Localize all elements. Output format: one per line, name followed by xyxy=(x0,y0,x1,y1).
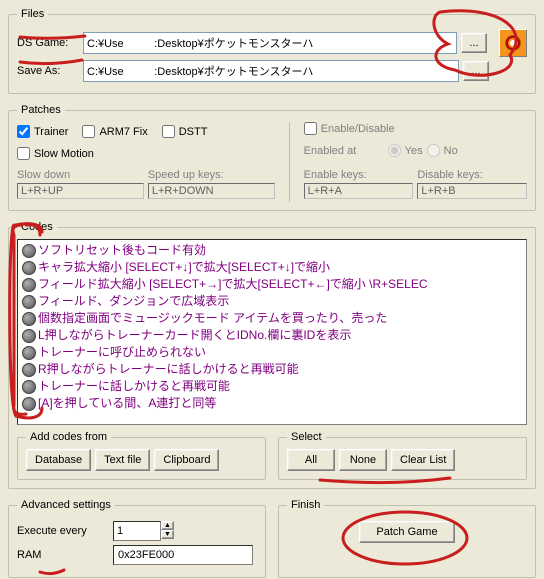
execute-label: Execute every xyxy=(17,525,107,537)
advanced-group: Advanced settings Execute every ▲ ▼ RAM xyxy=(8,499,266,578)
code-item-label: フィールド拡大縮小 [SELECT+→]で拡大[SELECT+←]で縮小 \R+… xyxy=(38,276,428,293)
trainer-checkbox-input[interactable] xyxy=(17,125,30,138)
bullet-icon xyxy=(22,363,36,377)
execute-up-button[interactable]: ▲ xyxy=(161,521,174,530)
code-item[interactable]: フィールド、ダンジョンで広域表示 xyxy=(18,293,526,310)
enabled-at-label: Enabled at xyxy=(304,145,384,157)
code-item-label: トレーナーに呼び止められない xyxy=(38,344,206,361)
arm7-checkbox-input[interactable] xyxy=(82,125,95,138)
save-as-browse-button[interactable]: ... xyxy=(463,61,489,81)
code-item[interactable]: L押しながらトレーナーカード開くとIDNo.欄に裏IDを表示 xyxy=(18,327,526,344)
bullet-icon xyxy=(22,244,36,258)
save-as-label: Save As: xyxy=(17,65,79,77)
patches-group: Patches Trainer ARM7 Fix DSTT xyxy=(8,104,536,211)
add-codes-group: Add codes from Database Text file Clipbo… xyxy=(17,431,266,480)
clear-list-button[interactable]: Clear List xyxy=(391,449,455,471)
slowmotion-checkbox-input[interactable] xyxy=(17,147,30,160)
codes-listbox[interactable]: ソフトリセット後もコード有効キャラ拡大縮小 [SELECT+↓]で拡大[SELE… xyxy=(17,239,527,425)
clipboard-button[interactable]: Clipboard xyxy=(154,449,219,471)
dstt-checkbox[interactable]: DSTT xyxy=(162,125,208,138)
files-group: Files DS Game: ... Save As: ... xyxy=(8,8,536,94)
orange-action-button[interactable] xyxy=(499,29,527,57)
bullet-icon xyxy=(22,278,36,292)
select-all-button[interactable]: All xyxy=(287,449,335,471)
patch-game-button[interactable]: Patch Game xyxy=(359,521,454,543)
code-item[interactable]: 個数指定画面でミュージックモード アイテムを買ったり、売った xyxy=(18,310,526,327)
no-radio: No xyxy=(427,144,458,157)
slowmotion-checkbox[interactable]: Slow Motion xyxy=(17,147,275,160)
advanced-legend: Advanced settings xyxy=(17,499,115,511)
enable-disable-checkbox-input[interactable] xyxy=(304,122,317,135)
ram-input[interactable] xyxy=(113,545,253,565)
code-item[interactable]: トレーナーに呼び止められない xyxy=(18,344,526,361)
speedup-label: Speed up keys: xyxy=(148,169,275,181)
code-item[interactable]: キャラ拡大縮小 [SELECT+↓]で拡大[SELECT+↓]で縮小 xyxy=(18,259,526,276)
bullet-icon xyxy=(22,397,36,411)
code-item[interactable]: トレーナーに話しかけると再戦可能 xyxy=(18,378,526,395)
codes-legend: Codes xyxy=(17,221,57,233)
no-radio-input xyxy=(427,144,440,157)
add-codes-legend: Add codes from xyxy=(26,431,111,443)
speedup-input xyxy=(148,183,275,199)
yes-radio: Yes xyxy=(388,144,423,157)
slowdown-input xyxy=(17,183,144,199)
files-legend: Files xyxy=(17,8,48,20)
yes-radio-input xyxy=(388,144,401,157)
enable-keys-input xyxy=(304,183,414,199)
code-item[interactable]: [A]を押している間、A連打と同等 xyxy=(18,395,526,412)
code-item-label: 個数指定画面でミュージックモード アイテムを買ったり、売った xyxy=(38,310,387,327)
enable-keys-label: Enable keys: xyxy=(304,169,414,181)
ds-game-browse-button[interactable]: ... xyxy=(461,33,487,53)
patches-legend: Patches xyxy=(17,104,65,116)
enable-disable-checkbox[interactable]: Enable/Disable xyxy=(304,122,527,135)
code-item-label: ソフトリセット後もコード有効 xyxy=(38,242,206,259)
finish-group: Finish Patch Game xyxy=(278,499,536,578)
arm7-checkbox[interactable]: ARM7 Fix xyxy=(82,125,147,138)
bullet-icon xyxy=(22,329,36,343)
pokeball-icon xyxy=(505,35,521,51)
ds-game-label: DS Game: xyxy=(17,37,79,49)
ds-game-input[interactable] xyxy=(83,32,457,54)
bullet-icon xyxy=(22,312,36,326)
save-as-input[interactable] xyxy=(83,60,459,82)
execute-spinner[interactable]: ▲ ▼ xyxy=(113,521,174,541)
textfile-button[interactable]: Text file xyxy=(95,449,150,471)
execute-down-button[interactable]: ▼ xyxy=(161,530,174,539)
code-item-label: フィールド、ダンジョンで広域表示 xyxy=(38,293,229,310)
code-item-label: L押しながらトレーナーカード開くとIDNo.欄に裏IDを表示 xyxy=(38,327,351,344)
disable-keys-input xyxy=(417,183,527,199)
code-item[interactable]: フィールド拡大縮小 [SELECT+→]で拡大[SELECT+←]で縮小 \R+… xyxy=(18,276,526,293)
execute-input[interactable] xyxy=(113,521,161,541)
code-item-label: トレーナーに話しかけると再戦可能 xyxy=(38,378,230,395)
trainer-checkbox[interactable]: Trainer xyxy=(17,125,68,138)
database-button[interactable]: Database xyxy=(26,449,91,471)
bullet-icon xyxy=(22,295,36,309)
select-legend: Select xyxy=(287,431,326,443)
bullet-icon xyxy=(22,346,36,360)
codes-group: Codes ソフトリセット後もコード有効キャラ拡大縮小 [SELECT+↓]で拡… xyxy=(8,221,536,489)
code-item-label: [A]を押している間、A連打と同等 xyxy=(38,395,216,412)
finish-legend: Finish xyxy=(287,499,324,511)
code-item[interactable]: R押しながらトレーナーに話しかけると再戦可能 xyxy=(18,361,526,378)
bullet-icon xyxy=(22,380,36,394)
code-item-label: R押しながらトレーナーに話しかけると再戦可能 xyxy=(38,361,299,378)
select-none-button[interactable]: None xyxy=(339,449,387,471)
dstt-checkbox-input[interactable] xyxy=(162,125,175,138)
select-group: Select All None Clear List xyxy=(278,431,527,480)
code-item-label: キャラ拡大縮小 [SELECT+↓]で拡大[SELECT+↓]で縮小 xyxy=(38,259,330,276)
slowdown-label: Slow down xyxy=(17,169,144,181)
bullet-icon xyxy=(22,261,36,275)
ram-label: RAM xyxy=(17,549,107,561)
code-item[interactable]: ソフトリセット後もコード有効 xyxy=(18,242,526,259)
disable-keys-label: Disable keys: xyxy=(417,169,527,181)
